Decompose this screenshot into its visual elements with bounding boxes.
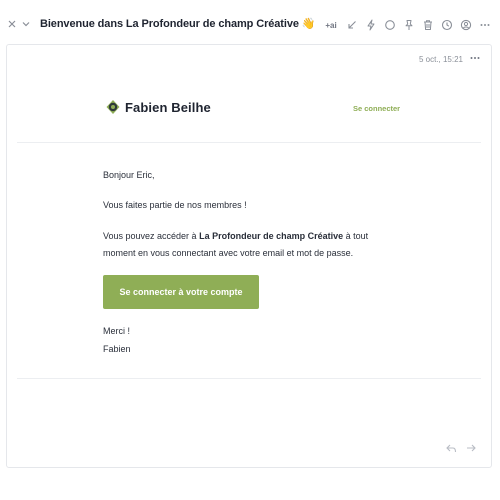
community-name: La Profondeur de champ Créative — [199, 231, 344, 241]
message-more-icon[interactable] — [467, 51, 483, 65]
member-text: Vous faites partie de nos membres ! — [103, 200, 247, 210]
trash-icon[interactable] — [418, 16, 437, 34]
forward-icon[interactable] — [461, 441, 481, 455]
signature: Fabien — [103, 344, 131, 354]
login-button[interactable]: Se connecter à votre compte — [103, 275, 259, 309]
close-icon[interactable] — [5, 17, 19, 31]
divider — [17, 142, 481, 143]
toolbar-actions: +ai — [320, 16, 494, 34]
pin-icon[interactable] — [399, 16, 418, 34]
bolt-icon[interactable] — [361, 16, 380, 34]
access-text-line2: moment en vous connectant avec votre ema… — [103, 248, 354, 258]
ai-button[interactable]: +ai — [320, 16, 342, 34]
reply-arrow-icon[interactable] — [342, 16, 361, 34]
access-text: Vous pouvez accéder à La Profondeur de c… — [103, 231, 369, 241]
more-icon[interactable] — [475, 16, 494, 34]
brand-name: Fabien Beilhe — [125, 99, 211, 115]
footer-actions — [441, 441, 481, 455]
brand-logo: Fabien Beilhe — [105, 99, 211, 115]
circle-icon[interactable] — [380, 16, 399, 34]
chevron-down-icon[interactable] — [19, 17, 33, 31]
thanks-text: Merci ! — [103, 326, 130, 336]
divider — [17, 378, 481, 379]
email-card: 5 oct., 15:21 Fabien Beilhe Se connecter… — [6, 44, 492, 468]
email-date: 5 oct., 15:21 — [418, 55, 463, 64]
aperture-logo-icon — [106, 100, 120, 114]
login-link[interactable]: Se connecter — [353, 104, 400, 113]
contact-icon[interactable] — [456, 16, 475, 34]
message-toolbar: Bienvenue dans La Profondeur de champ Cr… — [0, 0, 500, 46]
clock-icon[interactable] — [437, 16, 456, 34]
greeting: Bonjour Eric, — [103, 170, 155, 180]
email-subject: Bienvenue dans La Profondeur de champ Cr… — [40, 18, 316, 30]
reply-all-icon[interactable] — [441, 441, 461, 455]
